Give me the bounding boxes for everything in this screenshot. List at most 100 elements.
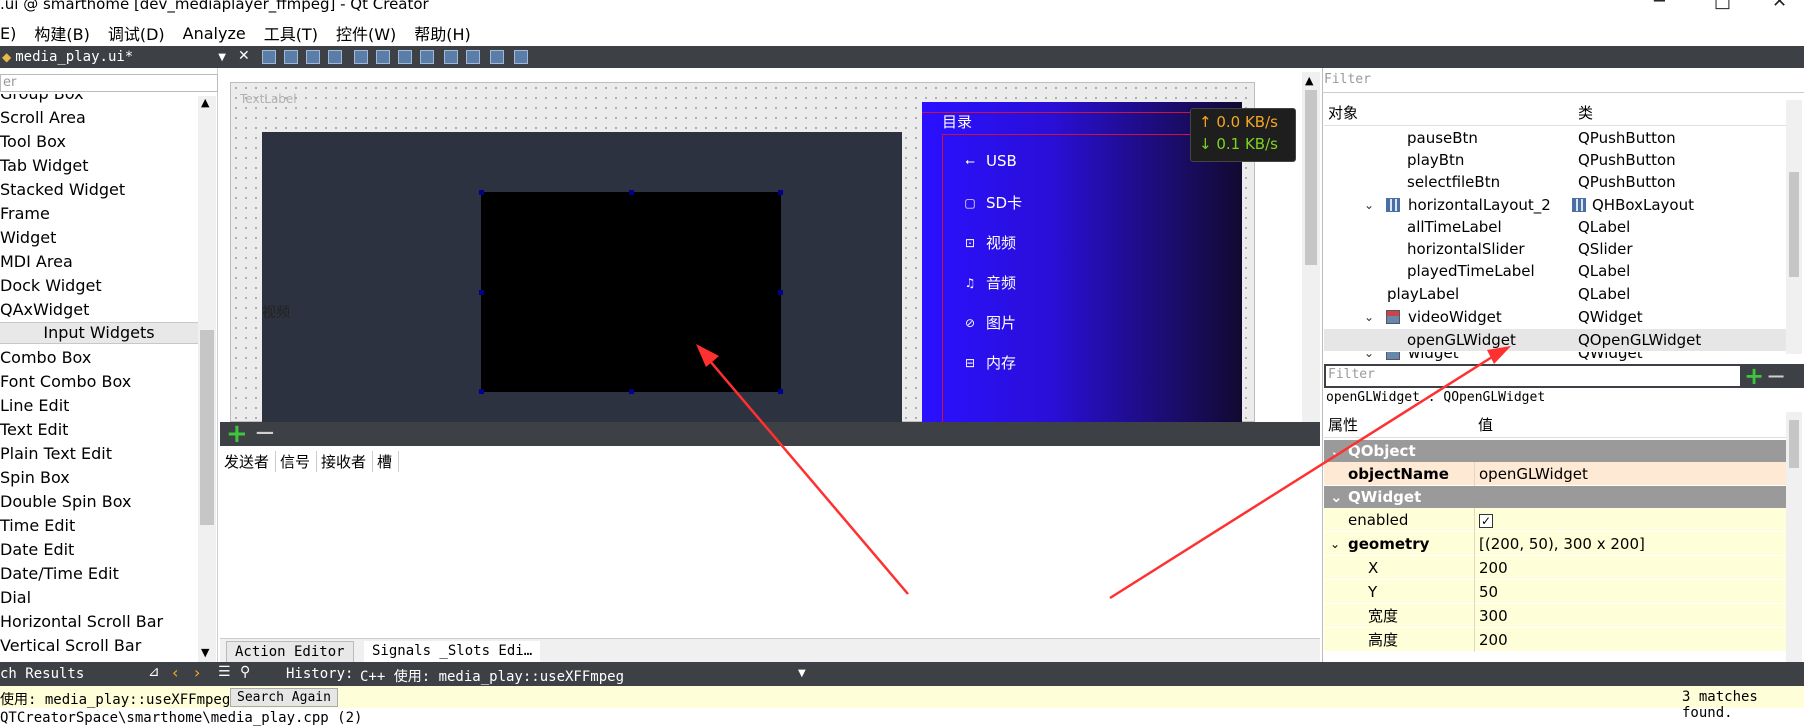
dropdown-icon[interactable]: ▼ [218,52,226,63]
column-class[interactable]: 类 [1578,102,1593,123]
property-value[interactable]: 200 [1474,556,1794,580]
object-inspector-scroll-thumb[interactable] [1789,172,1799,277]
menu-build[interactable]: 构建(B) [34,21,89,45]
widget-item[interactable]: Text Edit [0,418,68,442]
tree-row[interactable]: allTimeLabel QLabel [1324,216,1794,238]
widget-item[interactable]: Widget [0,226,56,250]
tree-row[interactable]: ⌄ widget QWidget [1324,352,1794,362]
widget-item[interactable]: Tool Box [0,130,66,154]
property-row[interactable]: Y 50 [1324,580,1794,604]
category-qobject[interactable]: ⌄ QObject [1324,440,1794,462]
tree-row-selected[interactable]: openGLWidget QOpenGLWidget [1324,329,1794,351]
tree-row[interactable]: playedTimeLabel QLabel [1324,260,1794,282]
widget-item[interactable]: Spin Box [0,466,70,490]
category-qwidget[interactable]: ⌄ QWidget [1324,486,1794,508]
new-search-icon[interactable]: ⚲ [240,664,250,680]
remove-connection-icon[interactable]: − [254,420,276,446]
property-scroll-thumb[interactable] [1789,420,1799,468]
widget-item[interactable]: Dock Widget [0,274,102,298]
widget-item[interactable]: Time Edit [0,514,75,538]
tab-action-editor[interactable]: Action Editor [226,641,354,663]
property-row[interactable]: objectName openGLWidget [1324,462,1794,486]
property-value[interactable]: [(200, 50), 300 x 200] [1474,532,1794,556]
widget-box-scroll-thumb[interactable] [200,330,214,525]
filter-icon[interactable]: ⊿ [148,664,160,680]
history-select[interactable]: C++ 使用: media_play::useXFFmpeg [360,666,624,686]
tree-row[interactable]: playLabel QLabel [1324,283,1794,305]
menu-help[interactable]: 帮助(H) [414,21,471,45]
widget-item[interactable]: MDI Area [0,250,73,274]
widget-item[interactable]: Tab Widget [0,154,89,178]
property-row[interactable]: 宽度 300 [1324,604,1794,628]
layout-form-icon[interactable] [444,50,458,64]
widget-item[interactable]: Plain Text Edit [0,442,112,466]
property-row[interactable]: enabled ✓ [1324,508,1794,532]
search-again-button[interactable]: Search Again [230,688,338,707]
scroll-down-icon[interactable]: ▼ [201,646,209,659]
tree-row[interactable]: ⌄ videoWidget QWidget [1324,306,1794,328]
signals-mode-icon[interactable] [284,50,298,64]
video-label[interactable]: 视频 [262,302,290,322]
property-row[interactable]: ⌄ geometry [(200, 50), 300 x 200] [1324,532,1794,556]
splitter-horizontal-icon[interactable] [398,50,412,64]
menu-tools[interactable]: 工具(T) [264,21,318,45]
layout-vertical-icon[interactable] [376,50,390,64]
widget-item[interactable]: Horizontal Scroll Bar [0,610,163,634]
remove-property-icon[interactable]: − [1766,362,1786,390]
column-property[interactable]: 属性 [1328,414,1358,435]
layout-grid-icon[interactable] [466,50,480,64]
resize-handle[interactable] [479,389,484,394]
expand-chevron-icon[interactable]: ⌄ [1364,352,1374,362]
menu-item-image[interactable]: ⊘ 图片 [962,312,1016,333]
object-filter-input[interactable]: Filter [1324,72,1804,90]
menu-item-storage[interactable]: ⊟ 内存 [962,352,1016,373]
widget-item[interactable]: Vertical Scroll Bar [0,634,141,658]
collapse-chevron-icon[interactable]: ⌄ [1330,440,1343,462]
scroll-up-icon[interactable]: ▲ [201,96,209,109]
resize-handle[interactable] [629,389,634,394]
resize-handle[interactable] [778,290,783,295]
form-scroll-thumb[interactable] [1305,90,1317,265]
preview-icon[interactable] [514,50,528,64]
widget-item[interactable]: Scroll Area [0,106,86,130]
menu-item-sdcard[interactable]: ▢ SD卡 [962,192,1022,213]
menu-controls[interactable]: 控件(W) [336,21,396,45]
property-value[interactable]: openGLWidget [1474,462,1794,486]
column-sender[interactable]: 发送者 [220,450,277,472]
widget-item[interactable]: Frame [0,202,50,226]
widget-item[interactable]: Font Combo Box [0,370,131,394]
property-filter-input[interactable]: Filter [1326,366,1740,386]
tree-row[interactable]: horizontalSlider QSlider [1324,238,1794,260]
resize-handle[interactable] [479,290,484,295]
widget-category[interactable]: Input Widgets [0,322,198,344]
column-value[interactable]: 值 [1478,414,1493,435]
next-result-icon[interactable]: › [194,663,200,682]
widget-item[interactable]: Date Edit [0,538,74,562]
tab-order-icon[interactable] [328,50,342,64]
column-slot[interactable]: 槽 [373,450,400,472]
resize-handle[interactable] [778,190,783,195]
collapse-chevron-icon[interactable]: ⌄ [1330,486,1343,508]
layout-horizontal-icon[interactable] [354,50,368,64]
property-value[interactable]: 50 [1474,580,1794,604]
expand-all-icon[interactable]: ☰ [218,664,231,680]
tab-signals-slots-editor[interactable]: Signals _Slots Edi… [364,641,541,663]
prev-result-icon[interactable]: ‹ [172,663,178,682]
resize-handle[interactable] [629,190,634,195]
widget-mode-icon[interactable] [262,50,276,64]
scroll-up-icon[interactable]: ▲ [1305,74,1313,87]
property-value[interactable]: 300 [1474,604,1794,628]
menu-edit[interactable]: E) [0,24,16,43]
maximize-button[interactable]: □ [1714,0,1731,11]
widget-item[interactable]: Date/Time Edit [0,562,119,586]
enabled-checkbox[interactable]: ✓ [1479,514,1493,528]
property-row[interactable]: 高度 200 [1324,628,1794,652]
resize-handle[interactable] [479,190,484,195]
widget-item[interactable]: Dial [0,586,31,610]
column-receiver[interactable]: 接收者 [317,450,374,472]
column-object[interactable]: 对象 [1328,102,1358,123]
buddy-mode-icon[interactable] [306,50,320,64]
widget-item[interactable]: Group Box [0,94,84,106]
text-label-widget[interactable]: TextLabel [240,92,297,106]
expand-chevron-icon[interactable]: ⌄ [1364,194,1374,216]
